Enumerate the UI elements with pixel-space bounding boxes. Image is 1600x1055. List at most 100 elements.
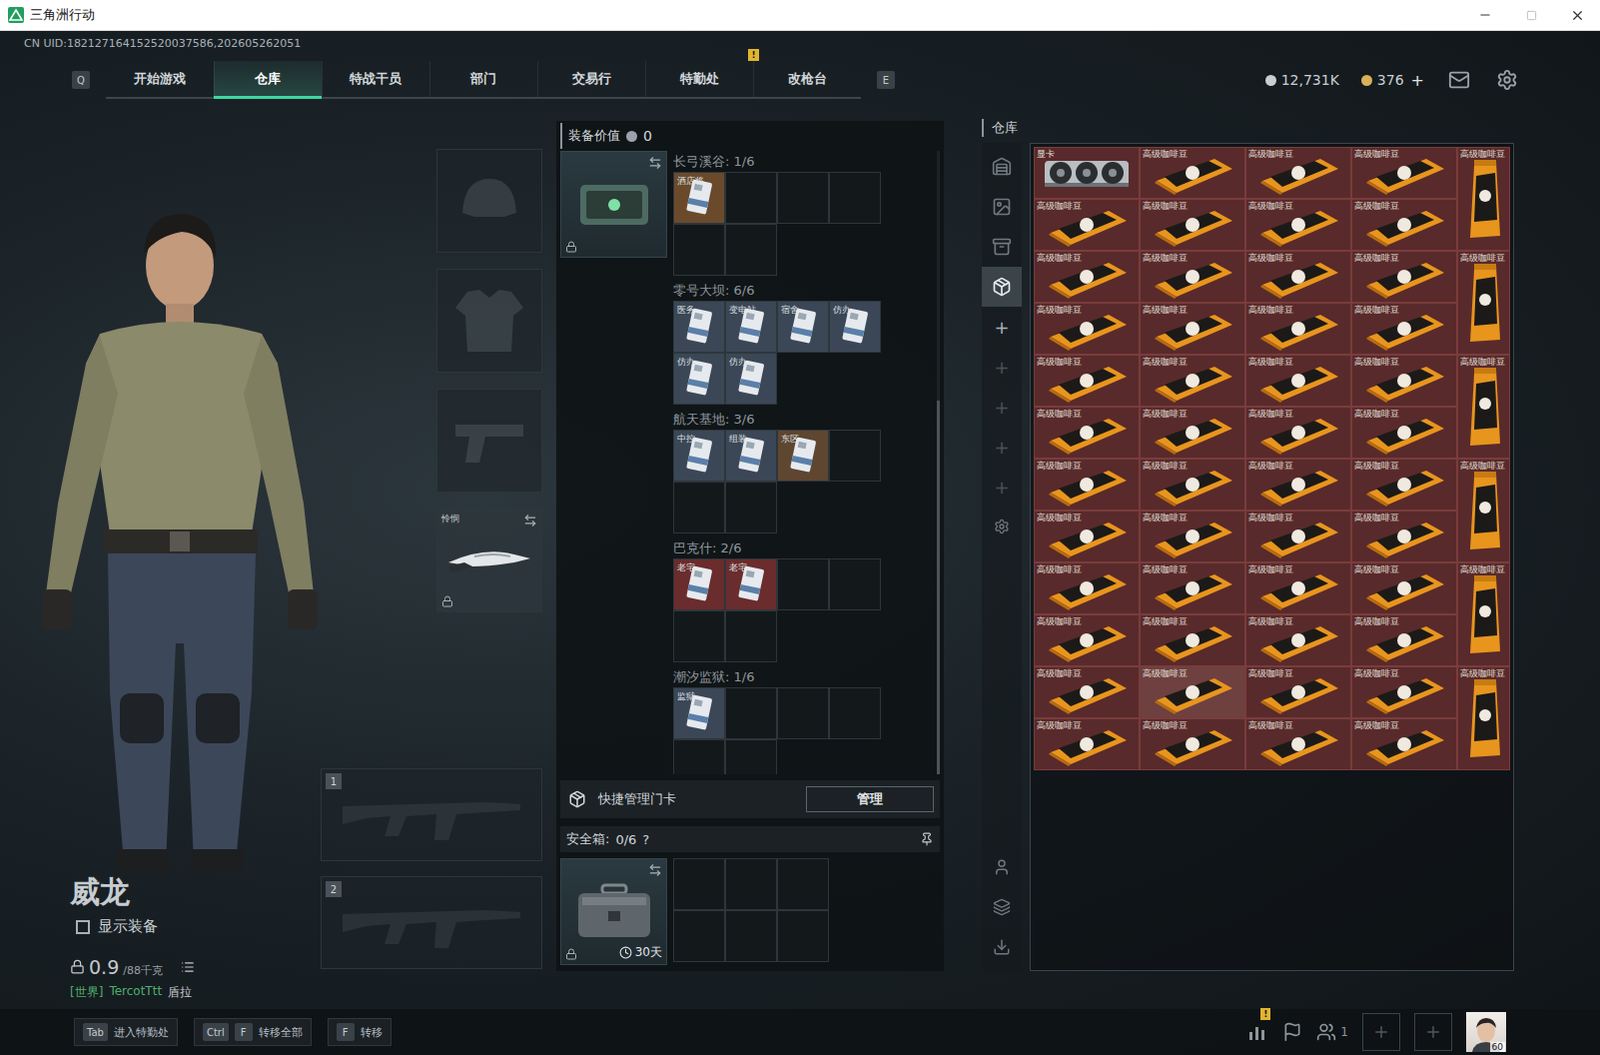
warehouse-tab[interactable] [981, 226, 1022, 267]
gear-slot[interactable]: 怜悯 [436, 508, 543, 613]
safe-box-slot[interactable] [777, 909, 829, 962]
weapon-slot[interactable]: 2 [320, 875, 543, 969]
nav-tab[interactable]: 特战干员 [321, 60, 430, 97]
nav-tab[interactable]: 特勤处! [645, 60, 754, 97]
warehouse-item[interactable]: 高级咖啡豆 [1139, 458, 1246, 511]
list-icon[interactable] [180, 959, 195, 974]
swap-icon[interactable] [648, 155, 663, 170]
keycard-case[interactable] [560, 150, 668, 258]
warehouse-item[interactable]: 高级咖啡豆 [1033, 354, 1140, 407]
safe-box-slot[interactable] [673, 909, 726, 962]
stack-button[interactable] [981, 886, 1022, 927]
gear-slot[interactable] [436, 268, 543, 373]
warehouse-item[interactable]: 高级咖啡豆 [1139, 510, 1246, 563]
add-page-button[interactable]: + [981, 426, 1022, 467]
warehouse-item[interactable]: 高级咖啡豆 [1245, 198, 1352, 251]
add-page-button[interactable]: + [981, 346, 1022, 387]
keycard[interactable]: 老宅 [725, 558, 778, 611]
warehouse-item[interactable]: 高级咖啡豆 [1457, 354, 1511, 459]
warehouse-item[interactable]: 高级咖啡豆 [1033, 510, 1140, 563]
keycard[interactable]: 中控 [673, 429, 726, 482]
help-button[interactable]: ? [642, 831, 650, 847]
keycard[interactable]: 组装 [725, 429, 778, 482]
add-currency-button[interactable]: + [1411, 70, 1425, 90]
currency-item[interactable]: 376+ [1361, 70, 1425, 90]
keycard-slot[interactable] [777, 687, 829, 740]
keycard-slot[interactable] [725, 739, 778, 775]
nav-tab[interactable]: 交易行 [537, 60, 646, 97]
warehouse-item[interactable]: 高级咖啡豆 [1139, 250, 1246, 303]
warehouse-item[interactable]: 高级咖啡豆 [1351, 198, 1458, 251]
manage-button[interactable]: 管理 [805, 786, 934, 812]
safe-box-slot[interactable] [725, 909, 778, 962]
warehouse-item[interactable]: 高级咖啡豆 [1245, 666, 1352, 719]
keycard[interactable]: 宿舍 [777, 300, 829, 353]
warehouse-tab[interactable] [981, 186, 1022, 227]
keycard-slot[interactable] [828, 429, 881, 482]
warehouse-item[interactable]: 高级咖啡豆 [1457, 666, 1511, 771]
warehouse-item[interactable]: 高级咖啡豆 [1139, 198, 1246, 251]
warehouse-item[interactable]: 高级咖啡豆 [1139, 146, 1246, 199]
nav-tab[interactable]: 部门 [429, 60, 538, 97]
keycard[interactable]: 仿办 [828, 300, 881, 353]
warehouse-item[interactable]: 高级咖啡豆 [1033, 250, 1140, 303]
warehouse-item[interactable]: 高级咖啡豆 [1457, 146, 1511, 251]
warehouse-item[interactable]: 高级咖啡豆 [1033, 718, 1140, 771]
gear-slot[interactable] [436, 148, 543, 253]
invite-slot[interactable] [1362, 1012, 1401, 1051]
keycard[interactable]: 变电站 [725, 300, 778, 353]
warehouse-item[interactable]: 高级咖啡豆 [1245, 718, 1352, 771]
warehouse-item[interactable]: 高级咖啡豆 [1457, 458, 1511, 563]
warehouse-item[interactable]: 高级咖啡豆 [1139, 562, 1246, 615]
warehouse-item[interactable]: 高级咖啡豆 [1351, 354, 1458, 407]
warehouse-item[interactable]: 高级咖啡豆 [1033, 406, 1140, 459]
checkbox[interactable] [75, 919, 90, 934]
minimize-button[interactable] [1462, 0, 1509, 31]
keycard-slot[interactable] [725, 171, 778, 224]
sort-button[interactable] [981, 846, 1022, 887]
warehouse-item[interactable]: 高级咖啡豆 [1351, 614, 1458, 667]
warehouse-item[interactable]: 高级咖啡豆 [1033, 666, 1140, 719]
keycard-slot[interactable] [828, 558, 881, 611]
safe-box-case[interactable]: 30天 [560, 857, 668, 965]
safe-box-slot[interactable] [673, 857, 726, 910]
warehouse-item[interactable]: 高级咖啡豆 [1351, 510, 1458, 563]
warehouse-item[interactable]: 高级咖啡豆 [1139, 614, 1246, 667]
warehouse-item[interactable]: 显卡 [1033, 146, 1140, 199]
safe-box-slot[interactable] [777, 857, 829, 910]
scrollbar[interactable] [936, 150, 940, 775]
keycard-slot[interactable] [725, 610, 778, 663]
warehouse-item[interactable]: 高级咖啡豆 [1139, 302, 1246, 355]
warehouse-tab[interactable] [981, 146, 1022, 187]
maximize-button[interactable] [1508, 0, 1555, 31]
warehouse-item[interactable]: 高级咖啡豆 [1139, 354, 1246, 407]
invite-slot[interactable] [1414, 1012, 1453, 1051]
warehouse-item[interactable]: 高级咖啡豆 [1351, 562, 1458, 615]
keycard[interactable]: 医务 [673, 300, 726, 353]
weapon-slot[interactable]: 1 [320, 768, 543, 861]
settings-button[interactable] [1494, 66, 1521, 93]
stats-button[interactable]: ! [1246, 1021, 1269, 1042]
friends-button[interactable]: 1 [1316, 1021, 1349, 1042]
warehouse-item[interactable]: 高级咖啡豆 [1033, 562, 1140, 615]
keycard-slot[interactable] [673, 610, 726, 663]
add-page-button[interactable]: + [981, 466, 1022, 507]
keycard-slot[interactable] [725, 223, 778, 276]
warehouse-settings[interactable] [981, 506, 1022, 547]
warehouse-item[interactable]: 高级咖啡豆 [1245, 406, 1352, 459]
warehouse-tab[interactable] [981, 266, 1022, 307]
warehouse-item[interactable]: 高级咖啡豆 [1245, 302, 1352, 355]
warehouse-item[interactable]: 高级咖啡豆 [1351, 302, 1458, 355]
warehouse-item[interactable]: 高级咖啡豆 [1245, 354, 1352, 407]
swap-icon[interactable] [523, 513, 538, 528]
add-page-button[interactable]: + [981, 386, 1022, 427]
swap-icon[interactable] [648, 862, 663, 877]
pin-icon[interactable] [919, 831, 934, 846]
warehouse-item[interactable]: 高级咖啡豆 [1245, 614, 1352, 667]
warehouse-item[interactable]: 高级咖啡豆 [1245, 146, 1352, 199]
nav-left-key[interactable]: Q [71, 70, 90, 89]
warehouse-item[interactable]: 高级咖啡豆 [1139, 406, 1246, 459]
warehouse-item[interactable]: 高级咖啡豆 [1139, 666, 1246, 719]
keycard-slot[interactable] [673, 481, 726, 534]
keycard[interactable]: 仿办 [725, 352, 778, 405]
